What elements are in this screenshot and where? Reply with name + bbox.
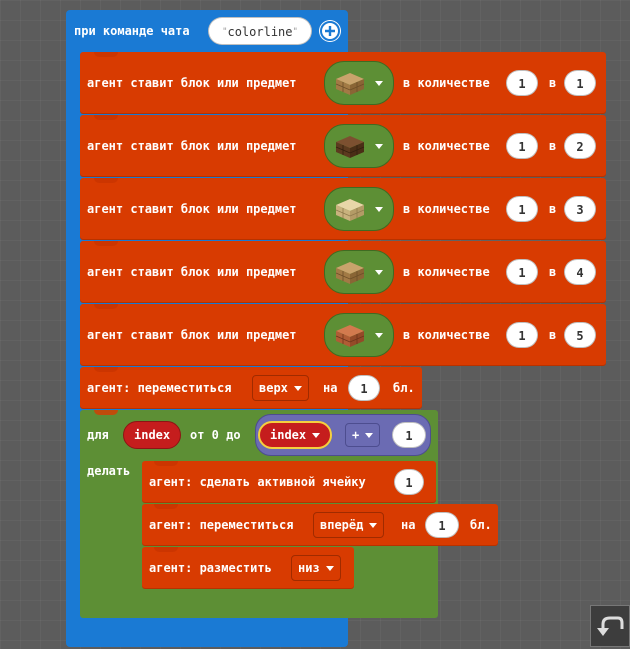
slot-field[interactable]: 5	[564, 322, 596, 348]
block-notch	[154, 547, 178, 552]
item-picker[interactable]	[324, 187, 394, 231]
slot-field[interactable]: 3	[564, 196, 596, 222]
do-label: делать	[87, 464, 131, 478]
item-picker[interactable]	[324, 124, 394, 168]
loop-variable[interactable]: index	[123, 421, 182, 449]
block-notch	[94, 241, 118, 246]
birch-planks-block-icon	[335, 199, 365, 221]
slot-label: в	[549, 139, 557, 153]
distance-field[interactable]: 1	[348, 375, 380, 401]
move-label: агент: переместиться	[87, 381, 232, 395]
dark-planks-block-icon	[335, 136, 365, 158]
slot-field[interactable]: 4	[564, 259, 596, 285]
from-to-label: от 0 до	[190, 428, 241, 442]
expression-variable-dropdown[interactable]: index	[258, 421, 333, 449]
block-notch	[154, 504, 178, 509]
quantity-field[interactable]: 1	[506, 70, 538, 96]
chat-command-field[interactable]: "colorline"	[208, 17, 312, 45]
undo-icon	[597, 616, 624, 636]
chevron-down-icon	[293, 386, 302, 391]
place-row-1[interactable]: агент ставит блок или предмет в количест…	[80, 52, 606, 114]
place-row-2[interactable]: агент ставит блок или предмет в количест…	[80, 115, 606, 177]
acacia-planks-block-icon	[335, 325, 365, 347]
chevron-down-icon	[375, 270, 383, 275]
item-picker[interactable]	[324, 61, 394, 105]
place-row-label: агент ставит блок или предмет	[87, 328, 297, 342]
set-active-slot-label: агент: сделать активной ячейку	[149, 475, 366, 489]
agent-move-forward-block[interactable]: агент: переместиться вперёд на 1 бл.	[142, 504, 498, 546]
on-label: на	[401, 518, 416, 532]
direction-dropdown[interactable]: низ	[291, 555, 341, 581]
place-label: агент: разместить	[149, 561, 272, 575]
direction-value: вперёд	[320, 518, 364, 532]
on-label: на	[323, 381, 338, 395]
chevron-down-icon	[312, 433, 321, 438]
place-row-3[interactable]: агент ставит блок или предмет в количест…	[80, 178, 606, 240]
active-slot-field[interactable]: 1	[394, 469, 424, 495]
chevron-down-icon	[325, 566, 334, 571]
chevron-down-icon	[375, 144, 383, 149]
block-notch	[94, 410, 118, 415]
direction-dropdown[interactable]: верх	[252, 375, 309, 401]
event-label: при команде чата	[74, 24, 190, 38]
quantity-field[interactable]: 1	[506, 259, 538, 285]
block-notch	[94, 178, 118, 183]
quantity-field[interactable]: 1	[506, 196, 538, 222]
block-notch	[154, 461, 178, 466]
place-row-label: агент ставит блок или предмет	[87, 202, 297, 216]
plus-icon	[320, 21, 340, 41]
chevron-down-icon	[375, 81, 383, 86]
add-parameter-button[interactable]	[319, 20, 341, 42]
planks-block-icon	[335, 262, 365, 284]
place-row-label: агент ставит блок или предмет	[87, 76, 297, 90]
direction-value: низ	[298, 561, 320, 575]
quantity-label: в количестве	[403, 202, 490, 216]
agent-place-block[interactable]: агент: разместить низ	[142, 547, 354, 589]
block-notch	[94, 115, 118, 120]
place-row-5[interactable]: агент ставит блок или предмет в количест…	[80, 304, 606, 366]
quantity-label: в количестве	[403, 328, 490, 342]
slot-label: в	[549, 328, 557, 342]
slot-field[interactable]: 1	[564, 70, 596, 96]
operand-field[interactable]: 1	[392, 422, 426, 448]
quantity-field[interactable]: 1	[506, 133, 538, 159]
quantity-label: в количестве	[403, 139, 490, 153]
agent-move-up-block[interactable]: агент: переместиться верх на 1 бл.	[80, 367, 422, 409]
place-row-label: агент ставит блок или предмет	[87, 139, 297, 153]
place-row-4[interactable]: агент ставит блок или предмет в количест…	[80, 241, 606, 303]
agent-set-active-slot-block[interactable]: агент: сделать активной ячейку 1	[142, 461, 436, 503]
place-row-label: агент ставит блок или предмет	[87, 265, 297, 279]
operator-dropdown[interactable]: +	[345, 423, 381, 447]
quantity-label: в количестве	[403, 265, 490, 279]
chevron-down-icon	[365, 433, 374, 438]
undo-button[interactable]	[590, 605, 630, 647]
chevron-down-icon	[375, 333, 383, 338]
quantity-label: в количестве	[403, 76, 490, 90]
for-label: для	[87, 428, 109, 442]
slot-field[interactable]: 2	[564, 133, 596, 159]
slot-label: в	[549, 76, 557, 90]
chevron-down-icon	[375, 207, 383, 212]
slot-label: в	[549, 202, 557, 216]
slot-label: в	[549, 265, 557, 279]
block-notch	[94, 52, 118, 57]
planks-block-icon	[335, 73, 365, 95]
item-picker[interactable]	[324, 250, 394, 294]
move-label: агент: переместиться	[149, 518, 294, 532]
unit-label: бл.	[470, 518, 492, 532]
block-notch	[94, 304, 118, 309]
unit-label: бл.	[393, 381, 415, 395]
chevron-down-icon	[369, 523, 378, 528]
distance-field[interactable]: 1	[425, 512, 459, 538]
quantity-field[interactable]: 1	[506, 322, 538, 348]
block-notch	[94, 367, 118, 372]
direction-value: верх	[259, 381, 288, 395]
item-picker[interactable]	[324, 313, 394, 357]
direction-dropdown[interactable]: вперёд	[313, 512, 385, 538]
